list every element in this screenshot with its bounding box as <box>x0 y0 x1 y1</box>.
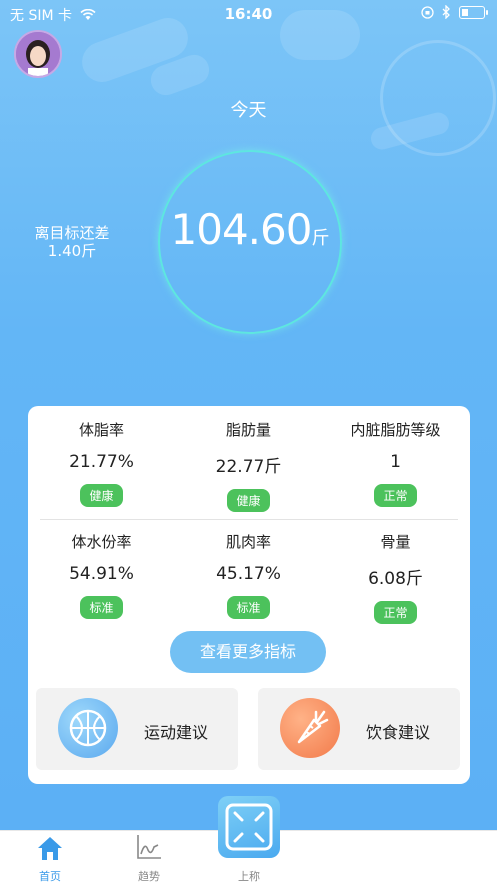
user-avatar[interactable] <box>14 30 62 78</box>
metric-label: 内脏脂肪等级 <box>350 421 441 439</box>
today-label: 今天 <box>230 100 267 121</box>
avatar-image <box>16 32 60 76</box>
basketball-icon <box>58 698 118 758</box>
goal-remaining: 离目标还差 1.40斤 <box>24 224 120 260</box>
metrics-divider <box>40 519 458 520</box>
metric-bone-mass[interactable]: 骨量 6.08斤 正常 <box>322 531 469 624</box>
weigh-button[interactable] <box>218 796 280 858</box>
metric-label: 体脂率 <box>78 421 124 439</box>
metric-value: 54.91% <box>69 564 134 584</box>
status-badge: 标准 <box>80 596 123 619</box>
goal-remaining-value: 1.40斤 <box>47 242 97 260</box>
metric-label: 脂肪量 <box>225 421 271 439</box>
metric-label: 肌肉率 <box>225 533 271 551</box>
status-badge: 健康 <box>227 489 270 512</box>
carrot-icon <box>280 698 340 758</box>
goal-remaining-label: 离目标还差 <box>34 224 110 242</box>
metric-label: 骨量 <box>380 533 411 551</box>
exercise-advice-label: 运动建议 <box>144 723 209 742</box>
metric-fat-mass[interactable]: 脂肪量 22.77斤 健康 <box>175 419 322 512</box>
tab-trend-label: 趋势 <box>138 870 160 883</box>
status-badge: 正常 <box>374 601 417 624</box>
weight-display: 104.60斤 <box>158 205 342 254</box>
tab-trend[interactable]: 趋势 <box>114 831 184 883</box>
metric-label: 体水份率 <box>71 533 132 551</box>
tab-weigh-label: 上称 <box>238 870 260 883</box>
metric-visceral-fat[interactable]: 内脏脂肪等级 1 正常 <box>322 419 469 507</box>
trend-chart-icon <box>137 835 161 859</box>
weight-value: 104.60 <box>170 205 313 254</box>
status-badge: 健康 <box>80 484 123 507</box>
diet-advice-label: 饮食建议 <box>366 723 431 742</box>
status-badge: 正常 <box>374 484 417 507</box>
more-metrics-button[interactable]: 查看更多指标 <box>170 631 326 673</box>
metric-muscle-rate[interactable]: 肌肉率 45.17% 标准 <box>175 531 322 619</box>
status-bar: 无 SIM 卡 16:40 <box>0 0 497 28</box>
battery-icon <box>459 5 488 19</box>
bluetooth-icon <box>442 5 450 19</box>
diet-advice-button[interactable]: 饮食建议 <box>258 688 460 770</box>
metric-value: 1 <box>390 452 401 472</box>
metric-value: 21.77% <box>69 452 134 472</box>
tab-home-label: 首页 <box>39 870 61 883</box>
home-icon <box>38 837 62 860</box>
status-right-icons <box>421 5 488 19</box>
weight-unit: 斤 <box>311 228 330 249</box>
metric-value: 45.17% <box>216 564 281 584</box>
metrics-card: 体脂率 21.77% 健康 脂肪量 22.77斤 健康 内脏脂肪等级 1 正常 … <box>28 406 470 784</box>
metric-body-water[interactable]: 体水份率 54.91% 标准 <box>28 531 175 619</box>
tab-home[interactable]: 首页 <box>15 831 85 883</box>
orientation-lock-icon <box>421 5 434 19</box>
status-badge: 标准 <box>227 596 270 619</box>
metric-value: 6.08斤 <box>368 569 423 589</box>
exercise-advice-button[interactable]: 运动建议 <box>36 688 238 770</box>
metric-value: 22.77斤 <box>215 457 282 477</box>
metric-body-fat-rate[interactable]: 体脂率 21.77% 健康 <box>28 419 175 507</box>
scale-icon <box>225 803 273 851</box>
